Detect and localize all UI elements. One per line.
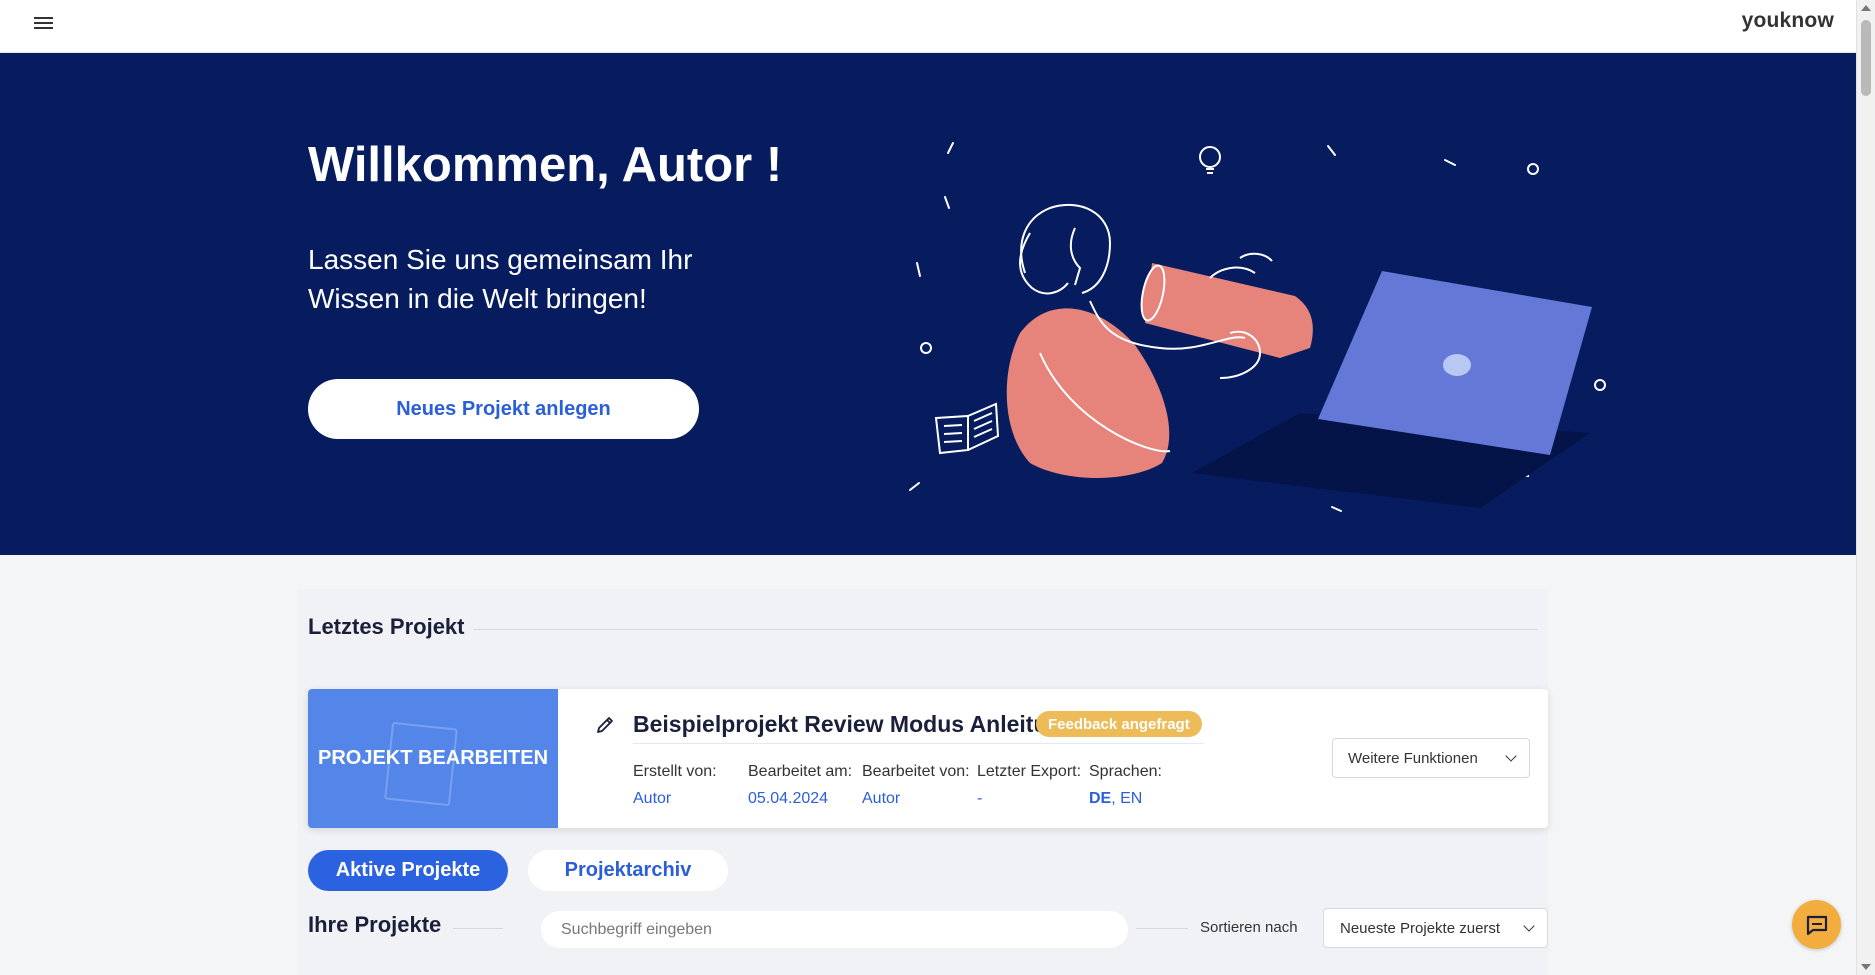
edit-project-label: PROJEKT BEARBEITEN xyxy=(317,747,549,769)
section-divider xyxy=(453,928,503,929)
last-project-card: PROJEKT BEARBEITEN Beispielprojekt Revie… xyxy=(308,689,1548,828)
search-input[interactable] xyxy=(541,911,1128,948)
chat-button[interactable] xyxy=(1792,900,1841,949)
language-en[interactable]: , EN xyxy=(1111,790,1142,807)
sort-select[interactable]: Neueste Projekte zuerst xyxy=(1323,908,1548,948)
new-project-button[interactable]: Neues Projekt anlegen xyxy=(308,379,699,439)
more-functions-label: Weitere Funktionen xyxy=(1348,749,1478,767)
sort-value: Neueste Projekte zuerst xyxy=(1340,919,1501,937)
meta-last-export: Letzter Export: - xyxy=(977,763,1081,808)
meta-value: Autor xyxy=(862,790,901,807)
brand-logo[interactable]: youknow xyxy=(1742,9,1834,33)
page-scrollbar[interactable] xyxy=(1856,0,1875,975)
tab-active-projects[interactable]: Aktive Projekte xyxy=(308,850,508,891)
meta-edited-by: Bearbeitet von: Autor xyxy=(862,763,970,808)
last-project-heading: Letztes Projekt xyxy=(308,614,465,639)
hero-subtitle: Lassen Sie uns gemeinsam Ihr Wissen in d… xyxy=(308,244,693,314)
hamburger-menu-icon[interactable] xyxy=(34,14,56,36)
sort-label: Sortieren nach xyxy=(1200,919,1298,936)
scroll-up-icon[interactable] xyxy=(1861,5,1871,11)
meta-label: Bearbeitet am: xyxy=(748,763,853,780)
section-divider xyxy=(473,629,1538,630)
meta-value: DE, EN xyxy=(1089,790,1162,808)
meta-edited-on: Bearbeitet am: 05.04.2024 xyxy=(748,763,852,808)
meta-label: Erstellt von: xyxy=(633,763,717,780)
pencil-icon[interactable] xyxy=(595,715,615,735)
meta-value: 05.04.2024 xyxy=(748,790,829,807)
status-badge: Feedback angefragt xyxy=(1036,711,1202,737)
edit-project-thumbnail[interactable]: PROJEKT BEARBEITEN xyxy=(308,689,558,828)
tab-project-archive[interactable]: Projektarchiv xyxy=(528,850,728,891)
welcome-hero: Willkommen, Autor ! Lassen Sie uns gemei… xyxy=(0,53,1856,555)
meta-label: Bearbeitet von: xyxy=(862,763,970,780)
meta-created-by: Erstellt von: Autor xyxy=(633,763,717,808)
meta-label: Sprachen: xyxy=(1089,763,1162,780)
language-de[interactable]: DE xyxy=(1089,790,1111,807)
meta-label: Letzter Export: xyxy=(977,763,1082,780)
title-divider xyxy=(633,743,1204,744)
hero-illustration xyxy=(909,142,1606,512)
chevron-down-icon xyxy=(1505,750,1517,762)
scrollbar-thumb[interactable] xyxy=(1861,20,1871,96)
meta-value: - xyxy=(977,790,983,807)
section-divider xyxy=(1136,928,1188,929)
chat-icon xyxy=(1806,915,1827,935)
project-title[interactable]: Beispielprojekt Review Modus Anleitu... xyxy=(633,711,1067,738)
your-projects-heading: Ihre Projekte xyxy=(308,912,442,937)
chevron-down-icon xyxy=(1523,920,1535,932)
meta-value: Autor xyxy=(633,790,672,807)
top-bar: youknow xyxy=(0,0,1856,53)
main-content: Letztes Projekt PROJEKT BEARBEITEN Beisp… xyxy=(298,589,1548,975)
meta-languages: Sprachen: DE, EN xyxy=(1089,763,1162,808)
page-title: Willkommen, Autor ! xyxy=(308,138,783,192)
more-functions-dropdown[interactable]: Weitere Funktionen xyxy=(1332,738,1530,778)
scroll-down-icon[interactable] xyxy=(1861,964,1871,970)
